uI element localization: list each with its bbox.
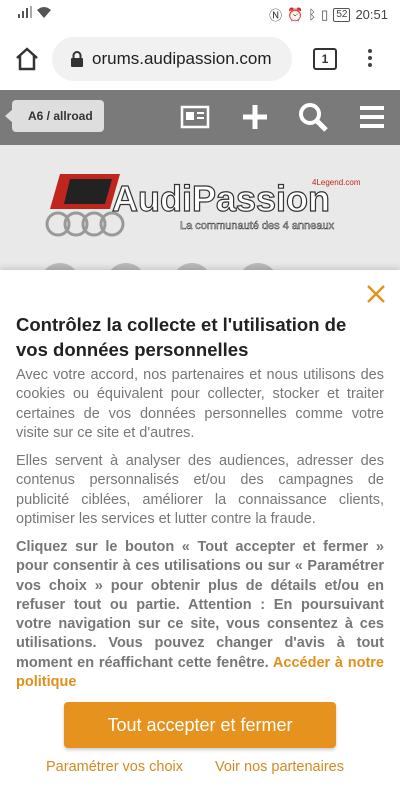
browser-toolbar: orums.audipassion.com 1 — [0, 28, 400, 90]
logo-badge: 4Legend.com — [312, 178, 360, 187]
consent-paragraph-2: Elles servent à analyser des audiences, … — [16, 453, 384, 527]
nfc-icon: Ⓝ — [269, 8, 283, 23]
breadcrumb[interactable]: A6 / allroad — [5, 100, 104, 132]
consent-modal: Contrôlez la collecte et l'utilisation d… — [0, 270, 400, 800]
svg-text:AudiPassion: AudiPassion — [112, 178, 330, 219]
tab-switcher-button[interactable]: 1 — [313, 48, 337, 70]
consent-title: Contrôlez la collecte et l'utilisation d… — [16, 314, 347, 360]
hamburger-menu-icon[interactable] — [357, 102, 387, 132]
url-text: orums.audipassion.com — [92, 49, 272, 68]
url-bar[interactable]: orums.audipassion.com — [52, 37, 292, 81]
audipassion-logo[interactable]: AudiPassion La communauté des 4 anneaux … — [40, 169, 360, 244]
site-header: AudiPassion La communauté des 4 anneaux … — [0, 145, 400, 303]
clock: 20:51 — [355, 7, 388, 22]
lock-icon — [71, 51, 83, 67]
status-bar: Ⓝ ⏰ ᛒ ▯ 52 20:51 — [0, 0, 400, 28]
settings-link[interactable]: Paramétrer vos choix — [46, 759, 183, 775]
site-navbar: A6 / allroad — [0, 90, 400, 145]
home-icon[interactable] — [12, 44, 42, 74]
wifi-icon — [37, 7, 51, 18]
vibrate-icon: ▯ — [321, 6, 329, 22]
news-icon[interactable] — [180, 102, 210, 132]
battery-indicator: 52 — [333, 7, 351, 22]
close-icon[interactable] — [365, 283, 387, 305]
plus-icon[interactable] — [240, 102, 270, 132]
alarm-icon: ⏰ — [287, 6, 304, 22]
consent-paragraph-1: Avec votre accord, nos partenaires et no… — [16, 367, 384, 441]
overflow-menu-icon[interactable] — [362, 46, 378, 72]
signal-icon — [18, 6, 32, 18]
bluetooth-icon: ᛒ — [308, 7, 317, 22]
accept-all-button[interactable]: Tout accepter et fermer — [64, 702, 336, 748]
logo-tagline: La communauté des 4 anneaux — [180, 220, 335, 232]
consent-paragraph-3: Cliquez sur le bouton « Tout accepter et… — [16, 538, 384, 692]
search-icon[interactable] — [298, 102, 328, 132]
partners-link[interactable]: Voir nos partenaires — [215, 759, 344, 775]
consent-paragraph-3-text: Cliquez sur le bouton « Tout accepter et… — [16, 539, 384, 671]
